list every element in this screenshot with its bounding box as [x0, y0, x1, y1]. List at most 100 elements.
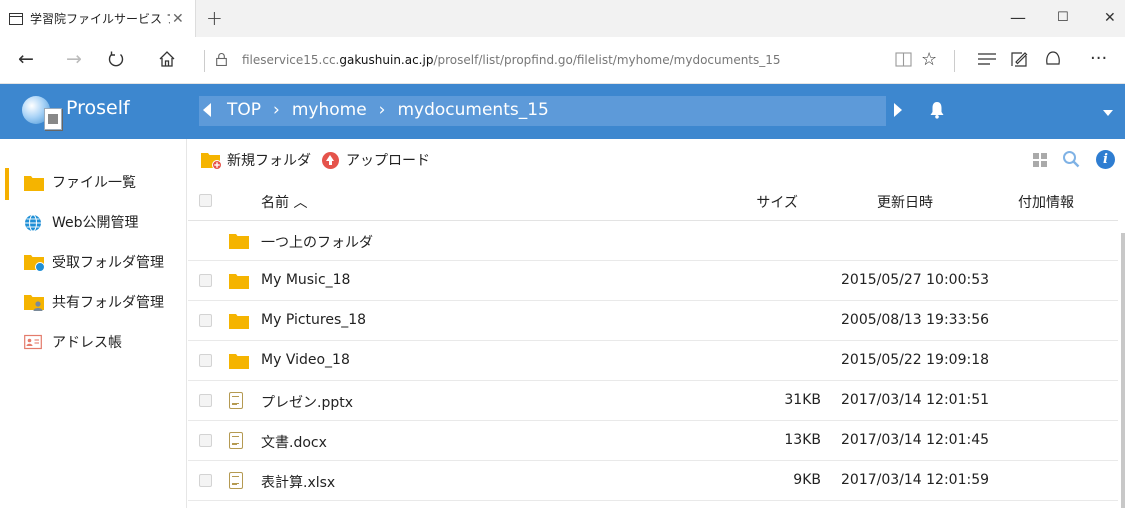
row-checkbox[interactable] [199, 434, 212, 447]
upload-icon [322, 151, 339, 169]
sidebar-item-label: 受取フォルダ管理 [52, 255, 164, 271]
file-name[interactable]: My Pictures_18 [261, 312, 366, 328]
reading-view-icon[interactable] [895, 52, 912, 67]
header-name[interactable]: 名前 ︿ [261, 192, 307, 212]
file-date: 2017/03/14 12:01:51 [841, 392, 990, 408]
file-date: 2017/03/14 12:01:59 [841, 472, 990, 488]
search-icon[interactable] [1062, 150, 1080, 168]
url-path: /proself/list/propfind.go/filelist/myhom… [433, 53, 781, 67]
new-tab-button[interactable]: + [206, 6, 223, 30]
file-toolbar: 新規フォルダ アップロード i [188, 139, 1125, 181]
tab-page-icon [9, 12, 23, 25]
breadcrumb-separator: › [378, 100, 386, 120]
home-icon[interactable] [158, 50, 176, 68]
more-icon[interactable]: ··· [1090, 48, 1107, 69]
file-date: 2017/03/14 12:01:45 [841, 432, 990, 448]
hub-icon[interactable] [978, 52, 996, 66]
favorite-star-icon[interactable]: ☆ [921, 49, 937, 70]
row-checkbox[interactable] [199, 274, 212, 287]
table-row[interactable]: My Pictures_18 2005/08/13 19:33:56 [188, 301, 1118, 341]
tab-title: 学習院ファイルサービス ファ [30, 12, 170, 26]
sidebar: ファイル一覧 Web公開管理 受取フォルダ管理 共有フォルダ管理 アドレス帳 [0, 139, 187, 508]
url-host: gakushuin.ac.jp [339, 53, 434, 67]
minimize-button[interactable]: — [1010, 8, 1026, 27]
url-prefix: fileservice15.cc. [242, 53, 340, 67]
breadcrumb-current[interactable]: mydocuments_15 [397, 100, 548, 120]
file-name[interactable]: 表計算.xlsx [261, 472, 335, 492]
row-checkbox[interactable] [199, 354, 212, 367]
browser-tab[interactable]: 学習院ファイルサービス ファ ✕ [0, 0, 196, 37]
table-row[interactable]: 文書.docx 13KB 2017/03/14 12:01:45 [188, 421, 1118, 461]
proself-doc-logo-icon [44, 108, 62, 130]
breadcrumb-separator: › [273, 100, 280, 120]
close-window-button[interactable]: ✕ [1104, 10, 1116, 26]
receive-folder-icon [24, 254, 45, 272]
refresh-icon[interactable] [107, 50, 125, 68]
url-input[interactable]: fileservice15.cc.gakushuin.ac.jp/proself… [242, 53, 781, 67]
folder-icon [229, 314, 249, 333]
sidebar-item-file-list[interactable]: ファイル一覧 [0, 162, 187, 202]
folder-icon [229, 234, 249, 253]
row-checkbox[interactable] [199, 474, 212, 487]
parent-folder-label: 一つ上のフォルダ [261, 235, 373, 251]
breadcrumb-right-arrow-icon[interactable] [894, 103, 902, 117]
vertical-scrollbar[interactable] [1121, 233, 1125, 508]
address-separator [204, 50, 205, 72]
sidebar-item-label: 共有フォルダ管理 [52, 295, 164, 311]
info-icon[interactable]: i [1096, 150, 1115, 169]
header-size[interactable]: サイズ [756, 192, 798, 212]
file-date: 2015/05/22 19:09:18 [841, 352, 990, 368]
file-name[interactable]: 文書.docx [261, 432, 327, 452]
app-logo-text: Proself [66, 97, 130, 119]
file-size: 9KB [793, 472, 821, 488]
back-arrow-icon[interactable]: ← [18, 48, 34, 70]
file-size: 13KB [784, 432, 821, 448]
tab-close-icon[interactable]: ✕ [172, 11, 184, 27]
forward-arrow-icon[interactable]: → [66, 48, 82, 70]
file-name[interactable]: プレゼン.pptx [261, 392, 353, 412]
breadcrumb-left-arrow-icon[interactable] [203, 103, 211, 117]
bell-icon[interactable] [929, 101, 945, 119]
sidebar-item-address-book[interactable]: アドレス帳 [0, 322, 187, 362]
table-row[interactable]: 表計算.xlsx 9KB 2017/03/14 12:01:59 [188, 461, 1118, 501]
grid-view-icon[interactable] [1033, 153, 1047, 167]
file-name[interactable]: My Music_18 [261, 272, 350, 288]
upload-button[interactable]: アップロード [322, 150, 430, 170]
table-header: 名前 ︿ サイズ 更新日時 付加情報 [188, 181, 1118, 221]
share-icon[interactable] [1044, 50, 1062, 68]
new-folder-button[interactable]: 新規フォルダ [201, 150, 311, 170]
shared-folder-icon [24, 294, 44, 311]
folder-icon [229, 354, 249, 373]
table-row[interactable]: My Video_18 2015/05/22 19:09:18 [188, 341, 1118, 381]
folder-icon [24, 175, 44, 191]
breadcrumb-myhome[interactable]: myhome [292, 100, 367, 120]
address-book-icon [24, 334, 44, 350]
row-checkbox[interactable] [199, 314, 212, 327]
document-icon [229, 432, 243, 450]
file-name[interactable]: My Video_18 [261, 352, 350, 368]
lock-icon [216, 53, 227, 66]
sidebar-item-web-publish[interactable]: Web公開管理 [0, 202, 187, 242]
table-row[interactable]: プレゼン.pptx 31KB 2017/03/14 12:01:51 [188, 381, 1118, 421]
select-all-checkbox[interactable] [199, 194, 212, 207]
new-folder-icon [201, 153, 222, 170]
sidebar-item-receive-folder[interactable]: 受取フォルダ管理 [0, 242, 187, 282]
sidebar-item-label: アドレス帳 [52, 335, 122, 351]
row-checkbox[interactable] [199, 394, 212, 407]
breadcrumb: TOP › myhome › mydocuments_15 [199, 96, 886, 126]
new-folder-label: 新規フォルダ [227, 153, 311, 169]
browser-tab-strip: 学習院ファイルサービス ファ ✕ + — ☐ ✕ [0, 0, 1125, 37]
sidebar-item-shared-folder[interactable]: 共有フォルダ管理 [0, 282, 187, 322]
header-date[interactable]: 更新日時 [877, 192, 933, 212]
folder-icon [229, 274, 249, 293]
breadcrumb-top[interactable]: TOP [227, 100, 261, 120]
upload-label: アップロード [346, 153, 430, 169]
file-size: 31KB [784, 392, 821, 408]
header-extra[interactable]: 付加情報 [1018, 192, 1074, 212]
user-menu-chevron-down-icon[interactable] [1103, 110, 1113, 116]
web-note-icon[interactable] [1010, 50, 1028, 68]
table-row[interactable]: My Music_18 2015/05/27 10:00:53 [188, 261, 1118, 301]
globe-icon [24, 214, 44, 232]
parent-folder-row[interactable]: 一つ上のフォルダ [188, 221, 1118, 261]
maximize-button[interactable]: ☐ [1057, 10, 1069, 25]
